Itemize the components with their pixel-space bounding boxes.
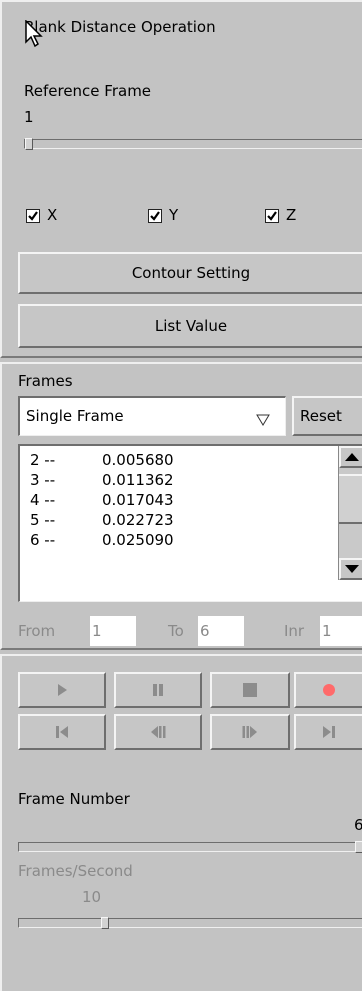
reference-frame-label: Reference Frame (24, 82, 152, 100)
from-field[interactable]: 1 (90, 616, 136, 646)
list-row[interactable]: 2 -- 0.005680 (30, 450, 174, 470)
skip-to-end-icon (323, 726, 335, 738)
blank-distance-panel: Blank Distance Operation Reference Frame… (0, 0, 362, 358)
row-index: 4 -- (30, 491, 56, 509)
last-frame-button[interactable] (294, 714, 362, 750)
row-value: 0.005680 (102, 451, 174, 469)
pause-button[interactable] (114, 672, 202, 708)
scroll-down-button[interactable] (339, 558, 362, 580)
x-checkbox-label: X (47, 206, 58, 224)
list-row[interactable]: 5 -- 0.022723 (30, 510, 174, 530)
mouse-pointer-icon (24, 19, 46, 52)
stop-icon (243, 683, 257, 697)
frame-mode-select[interactable]: Single Frame (18, 396, 286, 436)
stop-button[interactable] (210, 672, 290, 708)
reference-frame-slider[interactable] (24, 138, 362, 150)
y-checkbox[interactable] (148, 209, 162, 223)
x-checkbox[interactable] (26, 209, 40, 223)
frame-number-label: Frame Number (18, 790, 130, 808)
fps-label: Frames/Second (18, 862, 133, 880)
frame-value-list[interactable]: 2 -- 0.005680 3 -- 0.011362 4 -- 0.017043 5… (18, 444, 362, 602)
row-value: 0.022723 (102, 511, 174, 529)
row-value: 0.017043 (102, 491, 174, 509)
step-back-icon (151, 726, 166, 738)
from-label: From (18, 622, 56, 640)
step-forward-button[interactable] (210, 714, 290, 750)
row-index: 3 -- (30, 471, 56, 489)
fps-slider-thumb[interactable] (101, 917, 109, 929)
z-checkbox-label: Z (286, 206, 297, 224)
row-index: 6 -- (30, 531, 56, 549)
first-frame-button[interactable] (18, 714, 106, 750)
skip-to-start-icon (56, 726, 68, 738)
reset-button[interactable]: Reset (292, 396, 362, 436)
list-scrollbar[interactable] (338, 446, 362, 580)
arrow-up-icon (345, 453, 359, 461)
record-icon (323, 684, 335, 696)
frames-panel: Frames Single Frame Reset 2 -- 0.005680 3… (0, 362, 362, 650)
z-checkbox[interactable] (265, 209, 279, 223)
frame-number-value: 6 (354, 816, 362, 834)
list-value-button[interactable]: List Value (18, 304, 362, 348)
row-value: 0.011362 (102, 471, 174, 489)
reference-frame-slider-thumb[interactable] (25, 138, 33, 150)
scroll-up-button[interactable] (339, 446, 362, 468)
scroll-thumb[interactable] (339, 474, 362, 524)
frames-title: Frames (18, 372, 73, 390)
to-label: To (168, 622, 184, 640)
list-row[interactable]: 4 -- 0.017043 (30, 490, 174, 510)
pause-icon (153, 684, 163, 696)
fps-slider[interactable] (18, 917, 362, 929)
contour-setting-button[interactable]: Contour Setting (18, 252, 362, 294)
row-index: 5 -- (30, 511, 56, 529)
reference-frame-value: 1 (24, 108, 34, 126)
play-button[interactable] (18, 672, 106, 708)
inr-field[interactable]: 1 (320, 616, 362, 646)
arrow-down-icon (345, 565, 359, 573)
play-icon (58, 684, 67, 696)
player-panel: Frame Number 6 Frames/Second 10 (0, 654, 362, 991)
step-forward-icon (242, 726, 257, 738)
panel-title: Blank Distance Operation (24, 18, 216, 36)
to-field[interactable]: 6 (198, 616, 244, 646)
step-back-button[interactable] (114, 714, 202, 750)
frame-mode-value: Single Frame (26, 407, 124, 425)
dropdown-triangle-icon (256, 412, 270, 430)
y-checkbox-label: Y (169, 206, 179, 224)
fps-value: 10 (82, 888, 102, 906)
list-row[interactable]: 6 -- 0.025090 (30, 530, 174, 550)
list-row[interactable]: 3 -- 0.011362 (30, 470, 174, 490)
inr-label: Inr (284, 622, 305, 640)
frame-number-slider[interactable] (18, 841, 362, 853)
row-index: 2 -- (30, 451, 56, 469)
frame-number-slider-thumb[interactable] (355, 841, 362, 853)
row-value: 0.025090 (102, 531, 174, 549)
record-button[interactable] (294, 672, 362, 708)
